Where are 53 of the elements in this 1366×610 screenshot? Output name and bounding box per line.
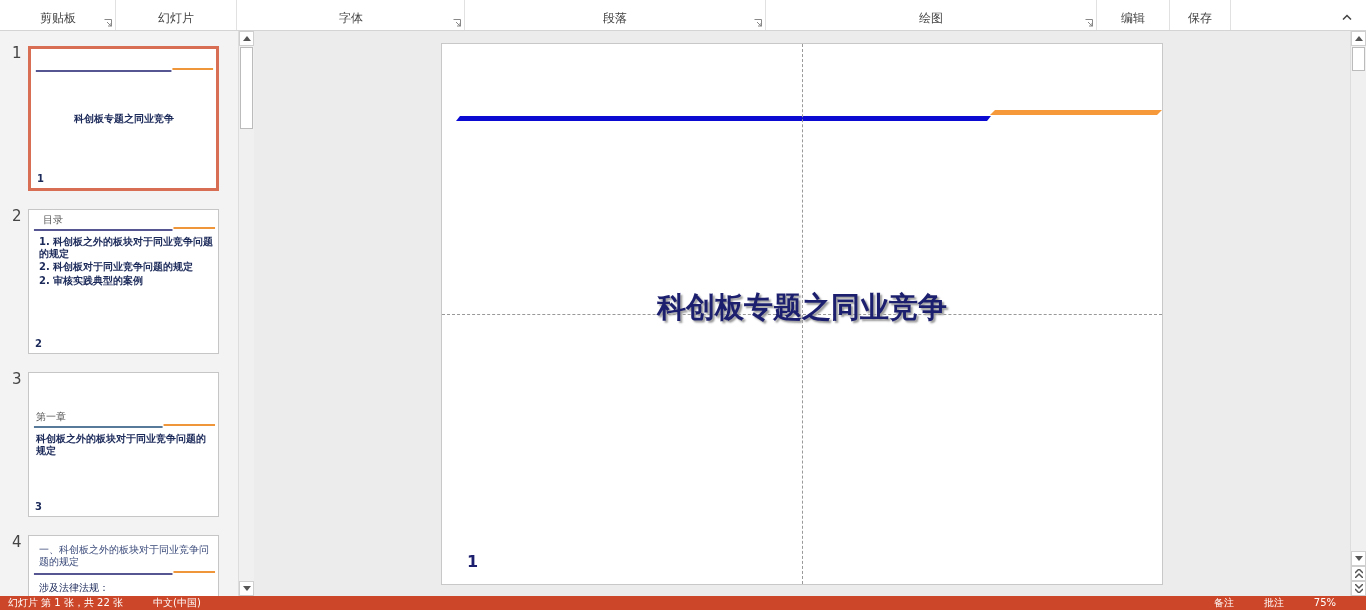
slide-number: 1 [12,46,22,64]
zoom-level[interactable]: 75% [1313,598,1336,608]
slide-title: 科创板专题之同业竞争 [655,289,948,326]
dialog-launcher-icon[interactable] [1085,19,1093,27]
slide-title: 科创板之外的板块对于同业竞争问题的规定 [36,433,207,456]
scroll-up-button[interactable] [239,31,254,46]
down-arrow-icon [242,586,251,591]
slide-thumbnail[interactable]: 第一章 科创板之外的板块对于同业竞争问题的规定 3 [28,372,219,517]
previous-slide-button[interactable] [1351,566,1366,581]
list-item: 2. 科创板对于同业竞争问题的规定 [39,261,195,273]
slide-thumbnail[interactable]: 科创板专题之同业竞争 1 [28,46,219,191]
next-slide-button[interactable] [1351,581,1366,596]
double-down-chevron-icon [1354,584,1363,593]
group-label: 段落 [603,10,627,27]
scroll-thumb[interactable] [1352,47,1365,71]
scroll-up-button[interactable] [1351,31,1366,46]
page-number: 1 [37,172,44,184]
scroll-down-button[interactable] [239,581,254,596]
slide-thumbnail[interactable]: 目录 1. 科创板之外的板块对于同业竞争问题的规定 2. 科创板对于同业竞争问题的规定 2. 审核实践典型的案例 2 [28,209,219,354]
slide-heading: 目录 [43,214,63,226]
slide-title: 科创板专题之同业竞争 [72,113,175,125]
dialog-launcher-icon[interactable] [754,19,762,27]
list-item: 1. 科创板之外的板块对于同业竞争问题的规定 [39,236,214,259]
up-arrow-icon [1354,36,1363,41]
group-label: 剪贴板 [39,10,76,27]
list-item: 2. 审核实践典型的案例 [39,274,145,286]
dialog-launcher-icon[interactable] [453,19,461,27]
double-up-chevron-icon [1354,569,1363,578]
group-label: 保存 [1188,10,1212,27]
scroll-down-button[interactable] [1351,551,1366,566]
slide-thumbnail[interactable]: 一、科创板之外的板块对于同业竞争问题的规定 涉及法律法规： [28,535,219,596]
page-number: 3 [35,500,42,512]
slide-info: 幻灯片 第 1 张，共 22 张 [8,598,123,608]
page-number: 2 [35,337,42,349]
slide-number: 4 [12,535,22,553]
group-label: 绘图 [919,10,943,27]
dialog-launcher-icon[interactable] [104,19,112,27]
scroll-thumb[interactable] [240,47,253,129]
up-arrow-icon [242,36,251,41]
collapse-ribbon-icon[interactable] [1342,14,1352,20]
slide-heading: 第一章 [36,411,66,423]
comments-button[interactable]: 批注 [1263,598,1284,608]
slide-number: 2 [12,209,22,227]
slide-title: 一、科创板之外的板块对于同业竞争问题的规定 [39,544,210,567]
group-label: 编辑 [1121,10,1145,27]
group-label: 幻灯片 [158,10,194,27]
body-text: 涉及法律法规： [39,582,110,594]
language-indicator[interactable]: 中文(中国) [153,598,201,608]
down-arrow-icon [1354,556,1363,561]
slide-number: 3 [12,372,22,390]
group-label: 字体 [338,10,363,27]
page-number: 1 [467,551,479,573]
notes-button[interactable]: 备注 [1213,598,1234,608]
